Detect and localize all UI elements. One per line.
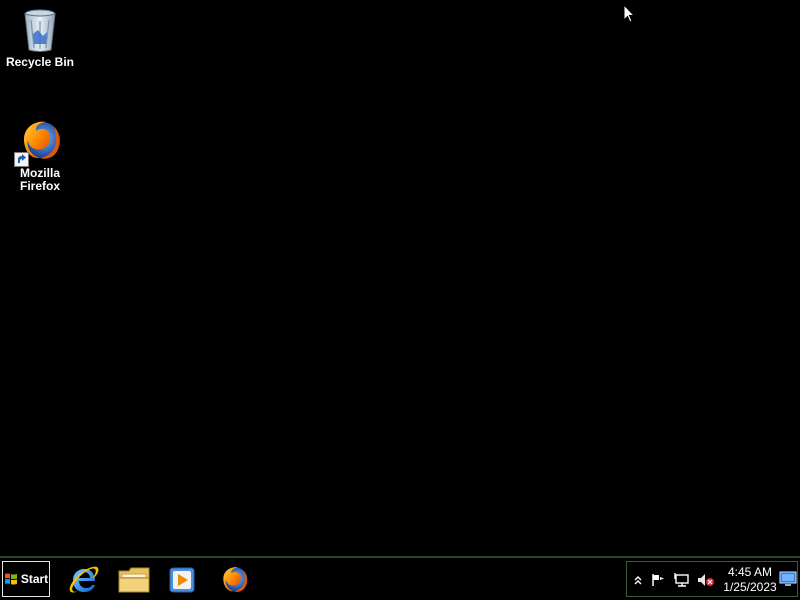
mouse-cursor-icon (623, 4, 636, 23)
taskbar-firefox[interactable] (214, 562, 254, 598)
action-center-flag-icon[interactable] (649, 571, 667, 589)
internet-explorer-icon (69, 566, 99, 593)
show-desktop-icon[interactable] (779, 571, 797, 587)
recycle-bin-icon (16, 6, 64, 54)
taskbar-media-player[interactable] (162, 562, 202, 598)
start-label: Start (20, 572, 49, 586)
media-player-icon (169, 567, 195, 593)
file-explorer-icon (118, 567, 150, 593)
shortcut-arrow-icon (14, 152, 29, 167)
recycle-bin-label: Recycle Bin (5, 55, 75, 69)
taskbar: Start 4:45 AM 1/25/2023 (0, 556, 800, 600)
firefox-icon (14, 117, 64, 167)
notification-area: 4:45 AM 1/25/2023 (626, 561, 798, 597)
clock-date: 1/25/2023 (723, 580, 777, 594)
clock-time: 4:45 AM (727, 565, 773, 579)
show-hidden-icons-icon[interactable] (629, 571, 647, 589)
volume-muted-icon[interactable] (697, 571, 715, 589)
taskbar-internet-explorer[interactable] (64, 562, 104, 598)
start-button[interactable]: Start (2, 561, 50, 597)
desktop[interactable]: Recycle Bin Mozilla Firefox (0, 0, 800, 556)
network-icon[interactable] (673, 571, 691, 589)
firefox-desktop-label: Mozilla Firefox (19, 166, 60, 193)
windows-logo-icon (4, 573, 17, 585)
firefox-desktop-shortcut[interactable]: Mozilla Firefox (2, 117, 78, 193)
system-clock[interactable]: 4:45 AM 1/25/2023 (719, 565, 781, 595)
recycle-bin-shortcut[interactable]: Recycle Bin (2, 6, 78, 69)
firefox-icon (223, 567, 248, 592)
taskbar-file-explorer[interactable] (114, 562, 154, 598)
